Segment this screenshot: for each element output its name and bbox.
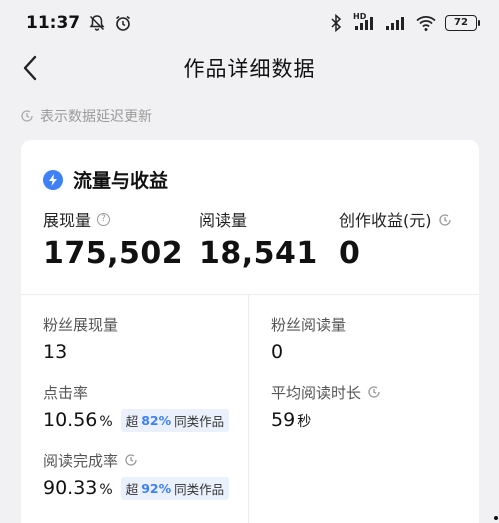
revenue-metric[interactable]: 创作收益(元) 0 bbox=[339, 208, 452, 271]
revenue-label-row: 创作收益(元) bbox=[339, 208, 452, 230]
page-title: 作品详细数据 bbox=[183, 57, 316, 81]
signal-icon bbox=[385, 14, 407, 32]
avg-read-time-value-row: 59 秒 bbox=[271, 409, 381, 431]
badge-suffix: 同类作品 bbox=[174, 414, 225, 429]
divider bbox=[21, 294, 479, 295]
delay-note: 表示数据延迟更新 bbox=[20, 106, 152, 126]
badge-prefix: 超 bbox=[125, 482, 139, 497]
top-metrics: 展现量 ? 175,502 阅读量 18,541 创作收益(元) 0 bbox=[43, 208, 473, 288]
delay-note-text: 表示数据延迟更新 bbox=[40, 109, 152, 125]
impressions-value: 175,502 bbox=[43, 236, 184, 271]
ctr-comparison-badge: 超 82% 同类作品 bbox=[120, 409, 230, 432]
status-right: HD 72 bbox=[327, 12, 480, 33]
avg-read-time-label: 平均阅读时长 bbox=[271, 383, 362, 402]
ctr-unit: % bbox=[99, 414, 113, 430]
completion-label: 阅读完成率 bbox=[43, 451, 119, 470]
revenue-label: 创作收益(元) bbox=[339, 211, 432, 230]
badge-prefix: 超 bbox=[125, 414, 139, 429]
ctr-value-row: 10.56 % 超 82% 同类作品 bbox=[43, 409, 230, 432]
bluetooth-icon bbox=[327, 13, 345, 33]
impressions-label: 展现量 bbox=[43, 211, 92, 230]
status-left: 11:37 bbox=[26, 13, 132, 33]
lightning-icon bbox=[43, 169, 63, 190]
delay-clock-icon bbox=[438, 212, 452, 226]
nav-bar: 作品详细数据 bbox=[0, 46, 499, 90]
ctr-metric[interactable]: 点击率 10.56 % 超 82% 同类作品 bbox=[43, 382, 230, 432]
ctr-label: 点击率 bbox=[43, 383, 89, 402]
avg-read-time-unit: 秒 bbox=[297, 414, 312, 430]
delay-clock-icon bbox=[367, 385, 381, 399]
impressions-metric[interactable]: 展现量 ? 175,502 bbox=[43, 208, 183, 271]
completion-unit: % bbox=[99, 482, 113, 498]
reads-label: 阅读量 bbox=[199, 211, 248, 230]
completion-metric[interactable]: 阅读完成率 90.33 % 超 92% 同类作品 bbox=[43, 450, 230, 500]
avg-read-time-metric[interactable]: 平均阅读时长 59 秒 bbox=[271, 382, 381, 431]
edge-dot bbox=[494, 516, 498, 520]
ctr-value: 10.56 bbox=[43, 409, 98, 431]
chevron-left-icon bbox=[23, 55, 37, 81]
fan-impressions-value: 13 bbox=[43, 341, 68, 363]
badge-percent: 92% bbox=[141, 481, 172, 496]
completion-comparison-badge: 超 92% 同类作品 bbox=[120, 477, 230, 500]
divider bbox=[248, 295, 249, 523]
reads-metric[interactable]: 阅读量 18,541 bbox=[199, 208, 318, 271]
completion-label-row: 阅读完成率 bbox=[43, 450, 229, 470]
signal-hd-icon: HD bbox=[353, 12, 377, 32]
status-time: 11:37 bbox=[26, 13, 81, 33]
mute-bell-icon bbox=[88, 14, 106, 32]
revenue-value: 0 bbox=[339, 236, 361, 271]
status-bar: 11:37 HD 72 bbox=[0, 0, 499, 46]
fan-reads-label: 粉丝阅读量 bbox=[271, 315, 347, 334]
fan-impressions-label: 粉丝展现量 bbox=[43, 315, 119, 334]
completion-value: 90.33 bbox=[43, 477, 98, 499]
battery-indicator: 72 bbox=[445, 15, 480, 31]
delay-clock-icon bbox=[20, 109, 34, 123]
wifi-icon bbox=[415, 14, 437, 32]
completion-value-row: 90.33 % 超 92% 同类作品 bbox=[43, 477, 230, 500]
traffic-revenue-card: 流量与收益 展现量 ? 175,502 阅读量 18,541 创作收益(元) 0 bbox=[21, 140, 479, 523]
delay-clock-icon bbox=[124, 453, 138, 467]
avg-read-time-label-row: 平均阅读时长 bbox=[271, 382, 381, 402]
back-button[interactable] bbox=[14, 50, 46, 86]
card-header: 流量与收益 bbox=[43, 166, 168, 193]
avg-read-time-value: 59 bbox=[271, 409, 296, 431]
card-title: 流量与收益 bbox=[73, 170, 169, 192]
impressions-label-row: 展现量 ? bbox=[43, 208, 183, 230]
fan-reads-metric[interactable]: 粉丝阅读量 0 bbox=[271, 314, 347, 364]
fan-impressions-metric[interactable]: 粉丝展现量 13 bbox=[43, 314, 119, 364]
reads-label-row: 阅读量 bbox=[199, 208, 318, 230]
reads-value: 18,541 bbox=[199, 236, 318, 271]
alarm-clock-icon bbox=[114, 14, 132, 32]
badge-percent: 82% bbox=[141, 413, 172, 428]
badge-suffix: 同类作品 bbox=[174, 482, 225, 497]
help-icon[interactable]: ? bbox=[97, 212, 111, 226]
fan-reads-value: 0 bbox=[271, 341, 284, 363]
